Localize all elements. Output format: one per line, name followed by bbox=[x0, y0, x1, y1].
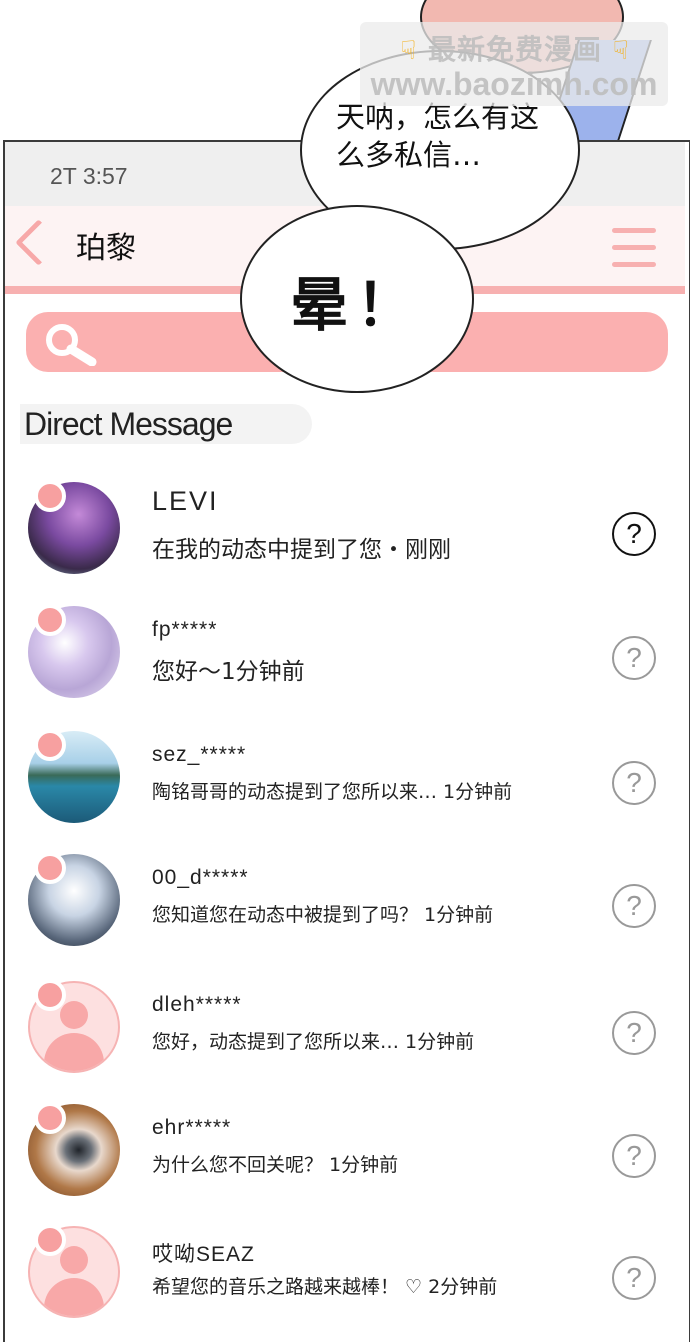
question-circle-icon[interactable]: ? bbox=[612, 1134, 656, 1178]
sender-name: LEVI bbox=[152, 486, 219, 516]
status-time: 2T 3:57 bbox=[50, 163, 128, 189]
question-circle-icon[interactable]: ? bbox=[612, 884, 656, 928]
message-preview: 在我的动态中提到了您・刚刚 bbox=[152, 537, 451, 563]
hamburger-menu-icon[interactable] bbox=[612, 228, 656, 272]
pointing-down-hand-icon: ☟ bbox=[400, 36, 418, 66]
question-circle-icon[interactable]: ? bbox=[612, 1256, 656, 1300]
watermark-line1: ☟ 最新免费漫画 ☟ bbox=[380, 28, 650, 68]
message-preview: 为什么您不回关呢？ 1分钟前 bbox=[152, 1154, 399, 1176]
section-title: Direct Message bbox=[24, 406, 233, 442]
question-circle-icon[interactable]: ? bbox=[612, 636, 656, 680]
sender-name: fp***** bbox=[152, 618, 218, 641]
unread-dot bbox=[34, 852, 66, 884]
speech-bubble-2-text: 晕！ bbox=[289, 271, 422, 339]
speech-bubble-1-text: 天呐，怎么有这么多私信… bbox=[336, 100, 540, 172]
unread-dot bbox=[34, 1224, 66, 1256]
sender-name: ehr***** bbox=[152, 1116, 232, 1139]
unread-dot bbox=[34, 480, 66, 512]
message-preview: 您好，动态提到了您所以来… 1分钟前 bbox=[152, 1031, 475, 1053]
watermark-line1-text: 最新免费漫画 bbox=[427, 33, 602, 66]
question-circle-icon[interactable]: ? bbox=[612, 1011, 656, 1055]
question-circle-icon[interactable]: ? bbox=[612, 761, 656, 805]
message-preview: 您好～1分钟前 bbox=[152, 659, 305, 685]
sender-name: 00_d***** bbox=[152, 866, 249, 889]
message-preview: 希望您的音乐之路越来越棒！ ♡ 2分钟前 bbox=[152, 1276, 498, 1298]
unread-dot bbox=[34, 729, 66, 761]
page-title: 珀黎 bbox=[76, 231, 136, 266]
pointing-down-hand-icon: ☟ bbox=[612, 36, 630, 66]
sender-name: 哎呦SEAZ bbox=[152, 1243, 255, 1266]
sender-name: sez_***** bbox=[152, 743, 247, 766]
search-icon bbox=[46, 324, 97, 366]
sender-name: dleh***** bbox=[152, 993, 242, 1016]
watermark-line2: www.baozimh.com bbox=[370, 66, 658, 102]
question-circle-icon[interactable]: ? bbox=[612, 512, 656, 556]
message-preview: 您知道您在动态中被提到了吗？ 1分钟前 bbox=[152, 904, 494, 926]
unread-dot bbox=[34, 604, 66, 636]
unread-dot bbox=[34, 979, 66, 1011]
unread-dot bbox=[34, 1102, 66, 1134]
message-preview: 陶铭哥哥的动态提到了您所以来… 1分钟前 bbox=[152, 781, 513, 803]
